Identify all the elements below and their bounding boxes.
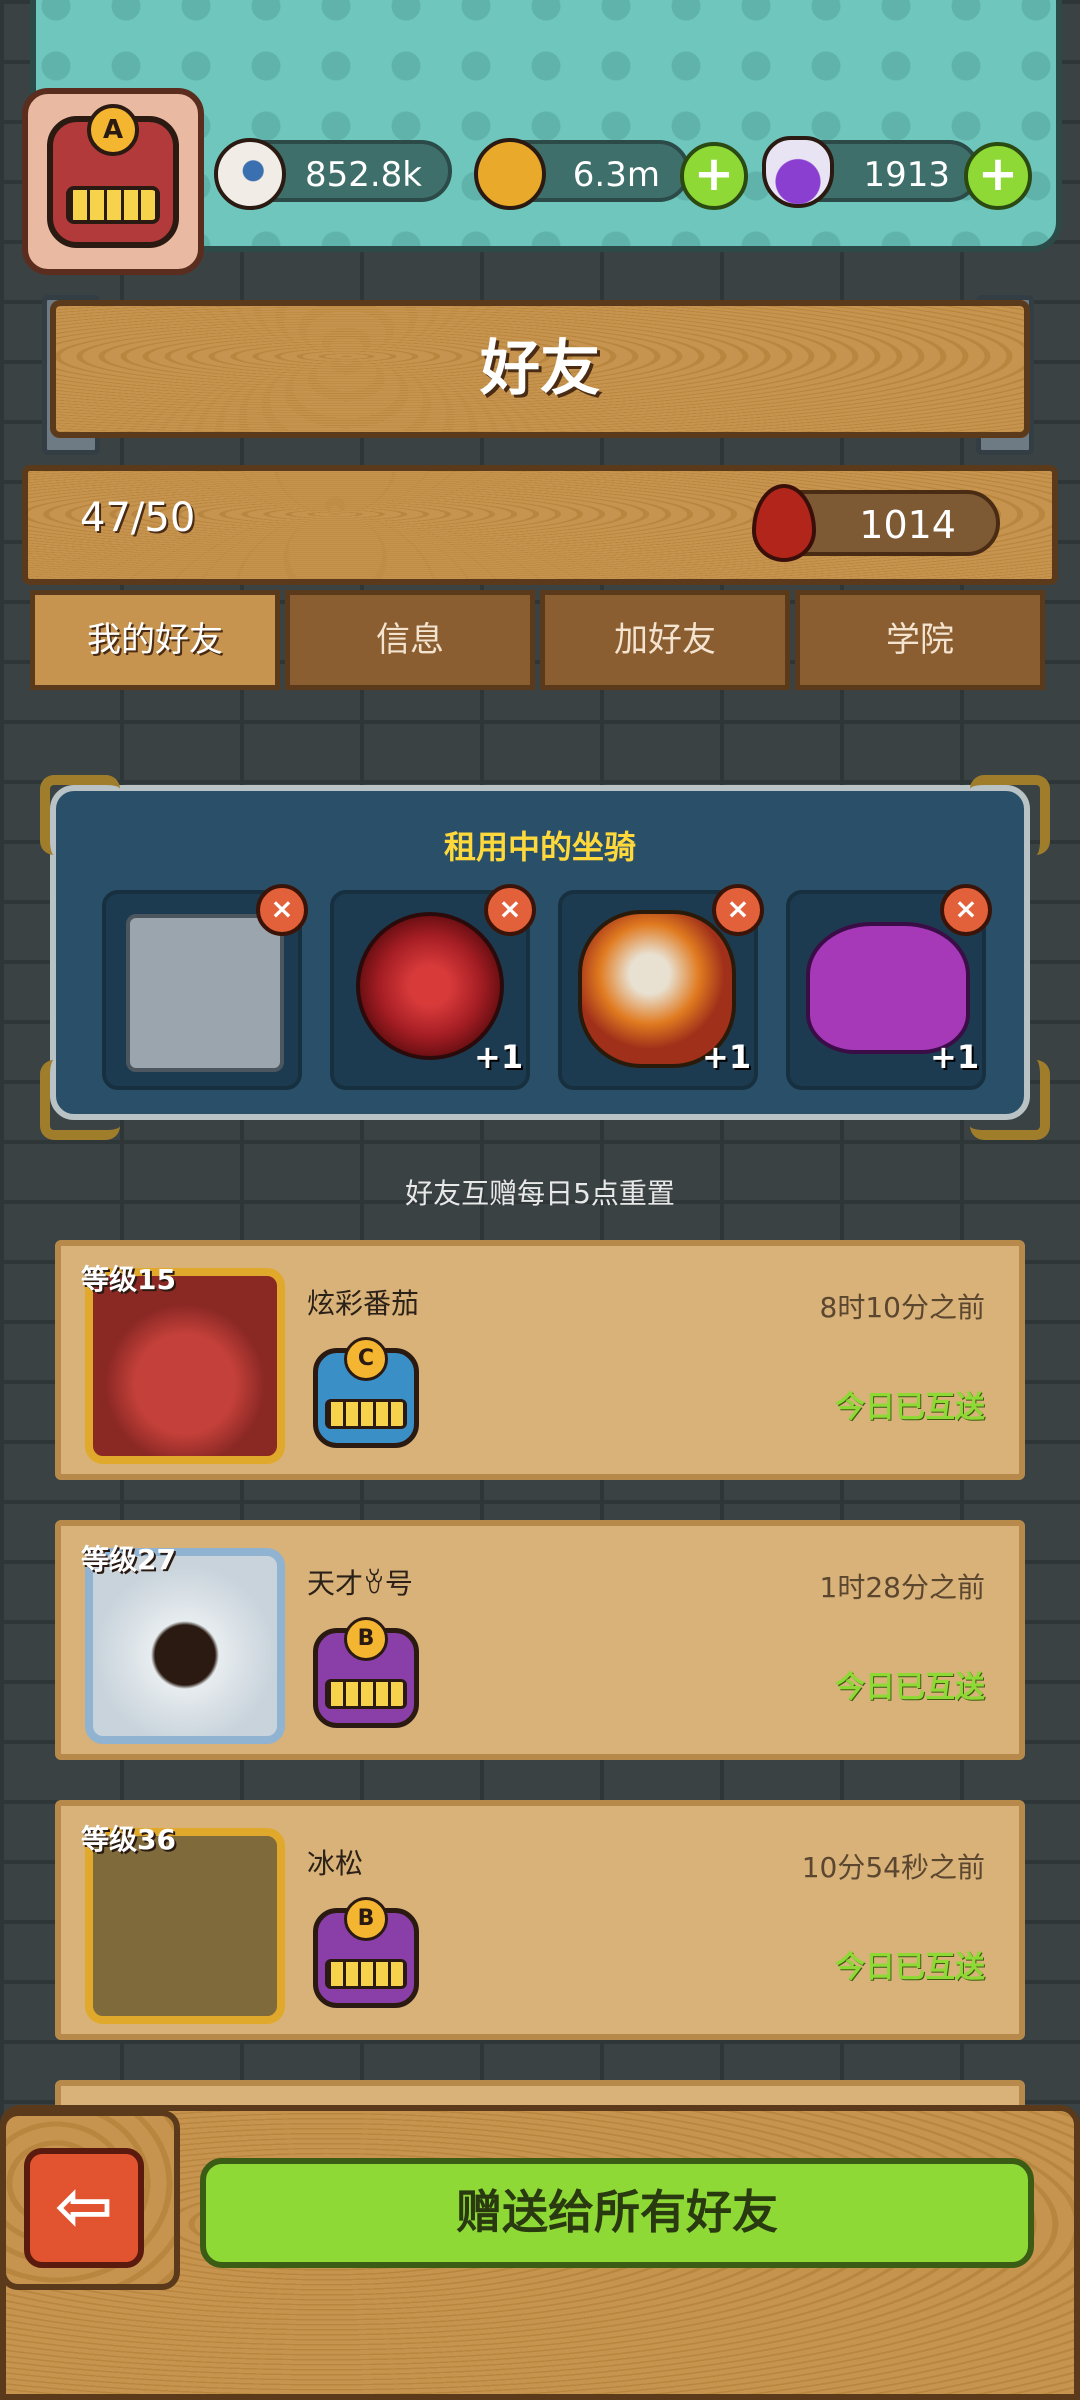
friend-card[interactable]: 等级27 天才ꈊ号 1时28分之前 今日已互送 B bbox=[55, 1520, 1025, 1760]
avatar-grade: A bbox=[87, 103, 139, 156]
rank-badge-icon: B bbox=[313, 1897, 419, 2008]
friend-level: 等级27 bbox=[81, 1543, 176, 1576]
potion-icon bbox=[762, 136, 834, 208]
friend-card[interactable]: 等级36 冰松 10分54秒之前 今日已互送 B bbox=[55, 1800, 1025, 2040]
remove-mount-button[interactable]: × bbox=[940, 884, 992, 936]
monster-avatar-icon: A bbox=[47, 103, 179, 248]
title-board: 好友 bbox=[50, 300, 1030, 438]
player-avatar[interactable]: A bbox=[22, 88, 204, 275]
purple-demon-mount-icon bbox=[806, 922, 970, 1054]
eyeball-icon bbox=[214, 138, 286, 210]
friend-card[interactable]: 等级15 炫彩番茄 8时10分之前 今日已互送 C bbox=[55, 1240, 1025, 1480]
eyeball-resource-value: 852.8k bbox=[304, 155, 422, 195]
tab-add-friend[interactable]: 加好友 bbox=[540, 590, 790, 690]
add-potions-button[interactable]: + bbox=[964, 142, 1032, 210]
back-arrow-icon: ⇦ bbox=[54, 2165, 114, 2247]
page-title: 好友 bbox=[480, 334, 600, 404]
rank-grade: B bbox=[344, 1617, 388, 1661]
tab-academy[interactable]: 学院 bbox=[795, 590, 1045, 690]
friend-name: 天才ꈊ号 bbox=[307, 1567, 413, 1600]
friend-last-seen: 8时10分之前 bbox=[819, 1291, 985, 1324]
friend-name: 炫彩番茄 bbox=[307, 1287, 420, 1320]
gift-status: 今日已互送 bbox=[835, 1390, 985, 1425]
rank-badge-icon: B bbox=[313, 1617, 419, 1728]
send-to-all-friends-button[interactable]: 赠送给所有好友 bbox=[200, 2158, 1034, 2268]
daily-reset-note: 好友互赠每日5点重置 bbox=[405, 1177, 675, 1210]
remove-mount-button[interactable]: × bbox=[256, 884, 308, 936]
rented-mounts-title: 租用中的坐骑 bbox=[443, 828, 636, 866]
coin-icon bbox=[474, 138, 546, 210]
friend-last-seen: 1时28分之前 bbox=[819, 1571, 985, 1604]
friend-name: 冰松 bbox=[307, 1847, 364, 1880]
potion-resource-value: 1913 bbox=[863, 155, 950, 195]
blood-resource-value: 1014 bbox=[859, 503, 956, 547]
mount-bonus: +1 bbox=[702, 1038, 752, 1076]
tab-messages[interactable]: 信息 bbox=[285, 590, 535, 690]
rank-grade: B bbox=[344, 1897, 388, 1941]
remove-mount-button[interactable]: × bbox=[712, 884, 764, 936]
remove-mount-button[interactable]: × bbox=[484, 884, 536, 936]
gift-status: 今日已互送 bbox=[835, 1950, 985, 1985]
tab-my-friends[interactable]: 我的好友 bbox=[30, 590, 280, 690]
friend-last-seen: 10分54秒之前 bbox=[801, 1851, 985, 1884]
add-coins-button[interactable]: + bbox=[680, 142, 748, 210]
mount-bonus: +1 bbox=[474, 1038, 524, 1076]
rank-badge-icon: C bbox=[313, 1337, 419, 1448]
friend-level: 等级36 bbox=[81, 1823, 176, 1856]
friend-capacity: 47/50 bbox=[80, 495, 196, 541]
mount-bonus: +1 bbox=[930, 1038, 980, 1076]
rank-grade: C bbox=[344, 1337, 388, 1381]
coin-resource-value: 6.3m bbox=[572, 155, 660, 195]
back-button[interactable]: ⇦ bbox=[24, 2148, 144, 2268]
machine-mount-icon bbox=[126, 914, 284, 1072]
friend-level: 等级15 bbox=[81, 1263, 176, 1296]
gift-status: 今日已互送 bbox=[835, 1670, 985, 1705]
